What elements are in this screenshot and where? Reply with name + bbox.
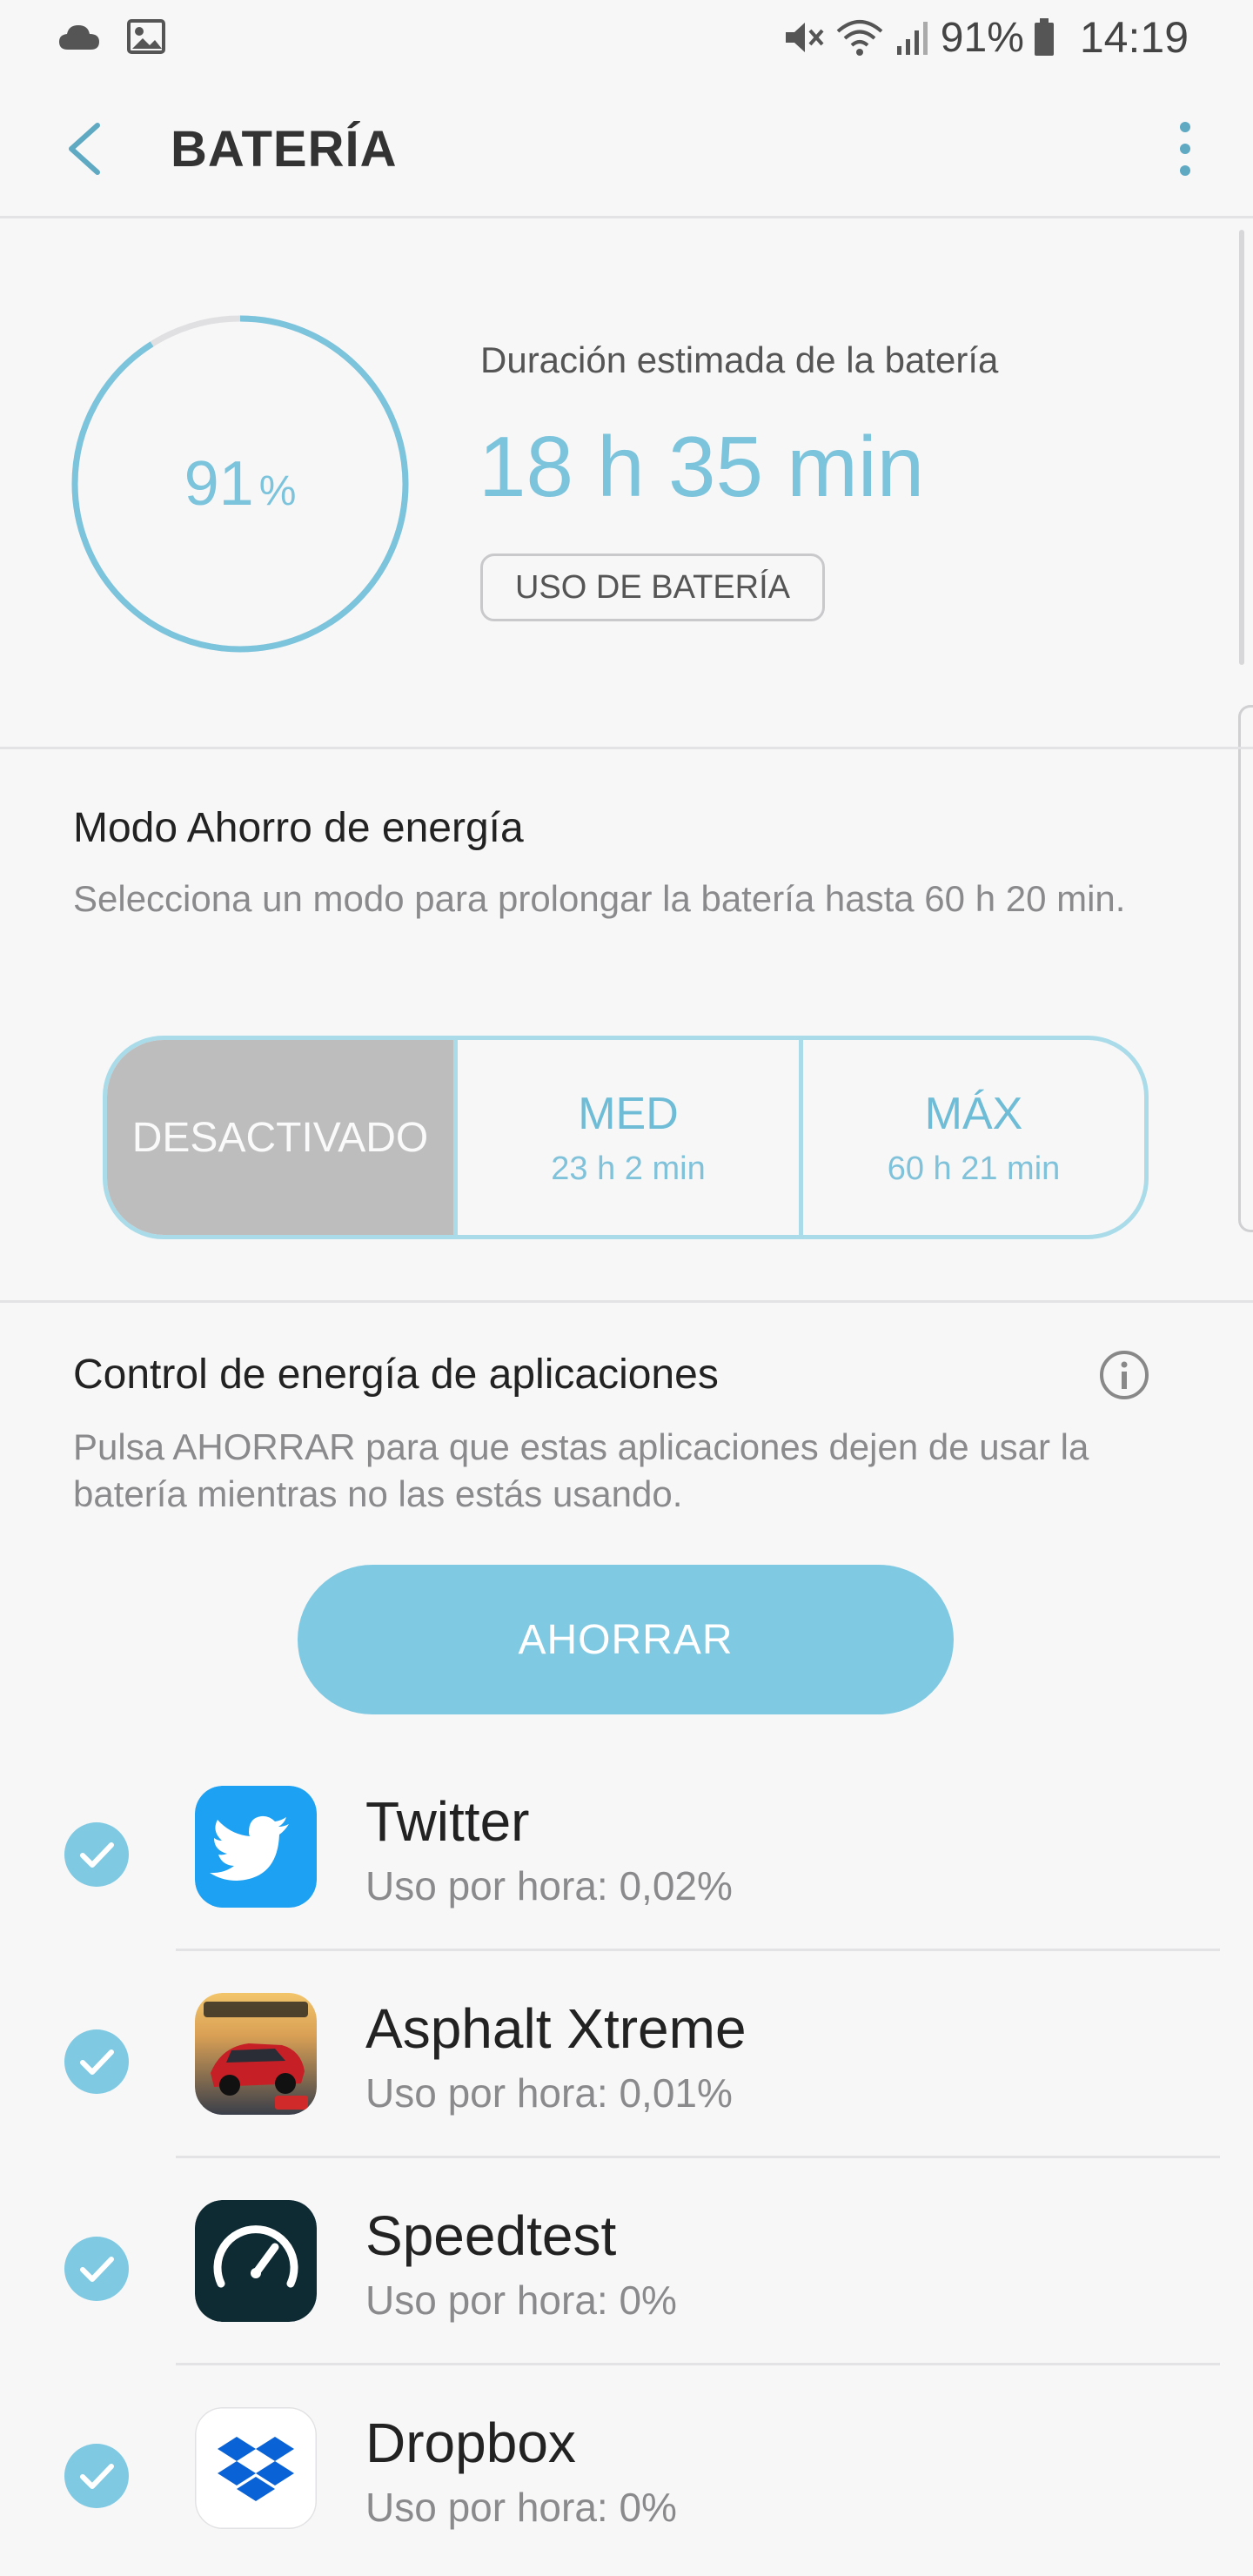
check-icon[interactable] (64, 1822, 129, 1887)
app-list-item[interactable]: Dropbox Uso por hora: 0% (0, 2365, 1253, 2573)
power-mode-selector: DESACTIVADO MED 23 h 2 min MÁX 60 h 21 m… (103, 1036, 1149, 1239)
check-icon[interactable] (64, 2029, 129, 2094)
status-left-icons (57, 19, 165, 54)
asphalt-icon (195, 1993, 317, 2115)
mode-med-label: MED (578, 1088, 679, 1139)
wifi-icon (836, 20, 883, 56)
image-icon (127, 19, 165, 54)
cloud-icon (59, 25, 99, 50)
status-bar: 91% 14:19 (0, 0, 1253, 75)
status-battery-percent: 91% (940, 14, 1024, 61)
save-power-button[interactable]: AHORRAR (298, 1565, 954, 1714)
speedtest-icon (195, 2200, 317, 2322)
mode-off-option[interactable]: DESACTIVADO (107, 1040, 453, 1235)
power-saving-description: Selecciona un modo para prolongar la bat… (73, 878, 1126, 919)
chevron-left-icon (69, 123, 100, 175)
dropbox-icon (195, 2407, 317, 2529)
battery-level-ring: 91 % (70, 313, 411, 654)
app-bar: BATERÍA (0, 75, 1253, 218)
edge-panel-handle[interactable] (1238, 705, 1253, 1232)
battery-icon (1034, 18, 1054, 56)
app-usage: Uso por hora: 0% (365, 2485, 677, 2530)
mode-max-time: 60 h 21 min (887, 1150, 1061, 1187)
mode-med-time: 23 h 2 min (551, 1150, 706, 1187)
page-title: BATERÍA (171, 121, 398, 178)
battery-percent-value: 91 (184, 449, 254, 519)
app-name: Speedtest (365, 2204, 617, 2267)
mode-off-label: DESACTIVADO (131, 1114, 429, 1161)
mute-icon (785, 23, 824, 52)
status-right: 91% 14:19 (782, 12, 1189, 63)
app-power-title: Control de energía de aplicaciones (73, 1352, 719, 1398)
app-name: Twitter (365, 1790, 530, 1853)
app-list-item[interactable]: Twitter Uso por hora: 0,02% (0, 1744, 1253, 1951)
more-vert-icon (1180, 122, 1190, 176)
section-divider (0, 747, 1253, 749)
battery-percent-label: 91 % (70, 313, 411, 654)
estimate-label: Duración estimada de la batería (480, 339, 999, 380)
estimate-value: 18 h 35 min (479, 419, 925, 514)
more-options-button[interactable] (1159, 110, 1211, 188)
app-list-item[interactable]: Speedtest Uso por hora: 0% (0, 2158, 1253, 2365)
power-saving-title: Modo Ahorro de energía (73, 805, 524, 851)
mode-max-label: MÁX (924, 1088, 1023, 1139)
twitter-icon (195, 1786, 317, 1908)
battery-usage-button[interactable]: USO DE BATERÍA (480, 553, 825, 621)
mode-max-option[interactable]: MÁX 60 h 21 min (803, 1040, 1144, 1235)
back-button[interactable] (52, 110, 122, 188)
check-icon[interactable] (64, 2237, 129, 2301)
scrollbar[interactable] (1239, 230, 1244, 665)
info-button[interactable] (1098, 1349, 1150, 1401)
app-usage: Uso por hora: 0,01% (365, 2070, 733, 2116)
app-name: Dropbox (365, 2412, 576, 2474)
battery-percent-unit: % (258, 467, 297, 514)
info-icon (1100, 1351, 1149, 1399)
app-power-description: Pulsa AHORRAR para que estas aplicacione… (73, 1426, 1089, 1514)
signal-icon (896, 22, 928, 55)
check-icon[interactable] (64, 2444, 129, 2508)
status-time: 14:19 (1079, 13, 1189, 62)
app-name: Asphalt Xtreme (365, 1997, 747, 2060)
app-usage: Uso por hora: 0% (365, 2277, 677, 2323)
appbar-divider (0, 216, 1253, 218)
app-usage: Uso por hora: 0,02% (365, 1863, 733, 1909)
app-list-item[interactable]: Asphalt Xtreme Uso por hora: 0,01% (0, 1951, 1253, 2158)
mode-med-option[interactable]: MED 23 h 2 min (453, 1040, 803, 1235)
section-divider (0, 1300, 1253, 1303)
